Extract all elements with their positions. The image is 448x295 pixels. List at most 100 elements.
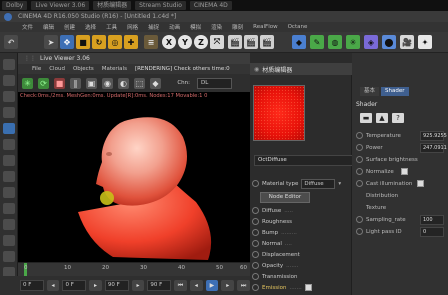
param-row[interactable]: Distribution ▸ <box>356 191 448 200</box>
param-row[interactable]: Texture ▸ <box>356 203 448 212</box>
texture-mode-icon[interactable] <box>3 139 15 150</box>
timeline-ruler[interactable]: 0 10 20 30 40 50 60 <box>18 262 250 277</box>
render-view-icon[interactable]: 🎬 <box>228 35 242 49</box>
render-picture-icon[interactable]: 🎬 <box>244 35 258 49</box>
menu-item[interactable]: 文件 <box>22 23 33 31</box>
viewer-menu-item[interactable]: Objects <box>73 66 94 72</box>
go-to-end-icon[interactable]: ⏭ <box>237 280 250 291</box>
viewer-menu-item[interactable]: Materials <box>102 66 127 72</box>
render-viewport[interactable]: Check:0ms./2ms. MeshGen:0ms. Update[R]:0… <box>18 92 250 262</box>
taskbar-item[interactable]: Stream Studio <box>135 1 186 10</box>
menu-item[interactable]: Octane <box>288 24 308 30</box>
menu-item[interactable]: 选择 <box>85 23 96 31</box>
material-type-select[interactable]: Diffuse <box>301 178 336 189</box>
play-icon[interactable]: ▶ <box>205 280 219 291</box>
edges-mode-icon[interactable] <box>3 91 15 102</box>
grip-icon[interactable]: ⋮⋮ <box>24 55 36 62</box>
menu-item[interactable]: 创建 <box>64 23 75 31</box>
move-icon[interactable]: ✥ <box>60 35 74 49</box>
scene-icon[interactable]: ⬤ <box>382 35 396 49</box>
channel-row[interactable]: Displacement <box>252 250 300 259</box>
make-editable-icon[interactable] <box>3 59 15 70</box>
prev-frame-icon[interactable]: ◂ <box>189 280 203 291</box>
array-icon[interactable]: ✳ <box>346 35 360 49</box>
axis-mode-icon[interactable] <box>3 123 15 134</box>
key-icon[interactable]: ▲ <box>376 113 388 123</box>
material-preview[interactable] <box>253 85 305 141</box>
undo-icon[interactable]: ↶ <box>4 35 18 49</box>
emission-checkbox[interactable] <box>304 284 312 291</box>
pause-render-icon[interactable]: ‖ <box>70 77 81 89</box>
render-settings-icon[interactable]: 🎬 <box>260 35 274 49</box>
light-icon[interactable]: ✦ <box>418 35 432 49</box>
param-row[interactable]: Sampling_rate 100 <box>356 214 448 225</box>
world-coordinates-icon[interactable]: ⤧ <box>210 35 224 49</box>
viewer-menu-item[interactable]: File <box>32 66 41 72</box>
menu-item[interactable]: RealFlow <box>253 24 277 30</box>
param-row[interactable]: Power 247.0911 <box>356 142 448 153</box>
material-name-field[interactable]: OctDiffuse <box>254 155 353 166</box>
menu-item[interactable]: 网格 <box>127 23 138 31</box>
menu-item[interactable]: 动画 <box>169 23 180 31</box>
tweak-icon[interactable] <box>3 251 15 262</box>
rotate-icon[interactable]: ↻ <box>92 35 106 49</box>
param-row[interactable]: Cast illumination <box>356 179 448 188</box>
pen-icon[interactable]: ✎ <box>310 35 324 49</box>
live-selection-icon[interactable]: ✚ <box>124 35 138 49</box>
channel-row[interactable]: Normal .... <box>252 239 292 248</box>
step-down-icon[interactable]: ◂ <box>46 280 60 291</box>
lock-resolution-icon[interactable]: ▣ <box>86 77 97 89</box>
menu-item[interactable]: 捕捉 <box>148 23 159 31</box>
end-frame-field[interactable]: 90 F <box>104 280 129 291</box>
tab-shader[interactable]: Shader <box>381 87 409 96</box>
points-mode-icon[interactable] <box>3 75 15 86</box>
region-render-icon[interactable]: ⬚ <box>134 77 145 89</box>
model-icon[interactable]: ≡ <box>144 35 158 49</box>
go-to-start-icon[interactable]: ⏮ <box>174 280 187 291</box>
help-icon[interactable]: ? <box>392 113 404 123</box>
grid-icon[interactable] <box>3 219 15 230</box>
channel-select[interactable]: DL <box>197 77 232 89</box>
dropdown-arrow-icon[interactable]: ▾ <box>338 181 341 187</box>
param-row[interactable]: Normalize <box>356 167 448 176</box>
recent-tool-icon[interactable]: ◎ <box>108 35 122 49</box>
channel-row[interactable]: Opacity ....... <box>252 261 298 270</box>
taskbar-item[interactable]: CINEMA 4D <box>189 1 232 10</box>
menu-item[interactable]: 模拟 <box>190 23 201 31</box>
param-value[interactable]: 0 <box>420 226 444 237</box>
subdivision-icon[interactable]: ◍ <box>328 35 342 49</box>
param-value[interactable]: 100 <box>420 214 444 225</box>
taskbar-item[interactable]: Live Viewer 3.06 <box>31 1 90 10</box>
next-frame-icon[interactable]: ▸ <box>221 280 235 291</box>
menu-item[interactable]: 雕刻 <box>232 23 243 31</box>
step-up-icon[interactable]: ▸ <box>89 280 102 291</box>
start-frame-field[interactable]: 0 F <box>20 280 44 291</box>
cast-illumination-checkbox[interactable] <box>417 180 425 187</box>
stop-render-icon[interactable]: ■ <box>54 77 65 89</box>
workplane-icon[interactable] <box>3 155 15 166</box>
magnet-icon[interactable] <box>3 235 15 246</box>
end-frame-field-2[interactable]: 90 F <box>147 280 172 291</box>
focus-picker-icon[interactable]: ◉ <box>102 77 113 89</box>
param-value[interactable]: 247.0911 <box>420 142 447 153</box>
node-editor-button[interactable]: Node Editor <box>260 192 310 203</box>
scale-icon[interactable]: ■ <box>76 35 90 49</box>
cube-icon[interactable]: ◆ <box>292 35 306 49</box>
menu-item[interactable]: 编辑 <box>43 23 54 31</box>
restart-render-icon[interactable]: ⟳ <box>38 77 49 89</box>
current-frame-field[interactable]: 0 F <box>62 280 87 291</box>
channel-row[interactable]: Emission ....... <box>252 283 312 292</box>
save-image-icon[interactable]: ◆ <box>150 77 161 89</box>
viewer-menu-item[interactable]: Cloud <box>49 66 65 72</box>
clay-mode-icon[interactable]: ◐ <box>118 77 129 89</box>
cursor-icon[interactable]: ➤ <box>44 35 58 49</box>
y-axis-toggle[interactable]: Y <box>178 35 192 49</box>
send-scene-icon[interactable]: ✳ <box>22 77 33 89</box>
channel-row[interactable]: Bump ......... <box>252 228 297 237</box>
channel-row[interactable]: Roughness <box>252 217 292 226</box>
menu-item[interactable]: 工具 <box>106 23 117 31</box>
normalize-checkbox[interactable] <box>400 168 408 175</box>
taskbar-item[interactable]: 材质编辑器 <box>93 1 132 10</box>
z-axis-toggle[interactable]: Z <box>194 35 208 49</box>
param-row[interactable]: Light pass ID 0 <box>356 226 448 237</box>
